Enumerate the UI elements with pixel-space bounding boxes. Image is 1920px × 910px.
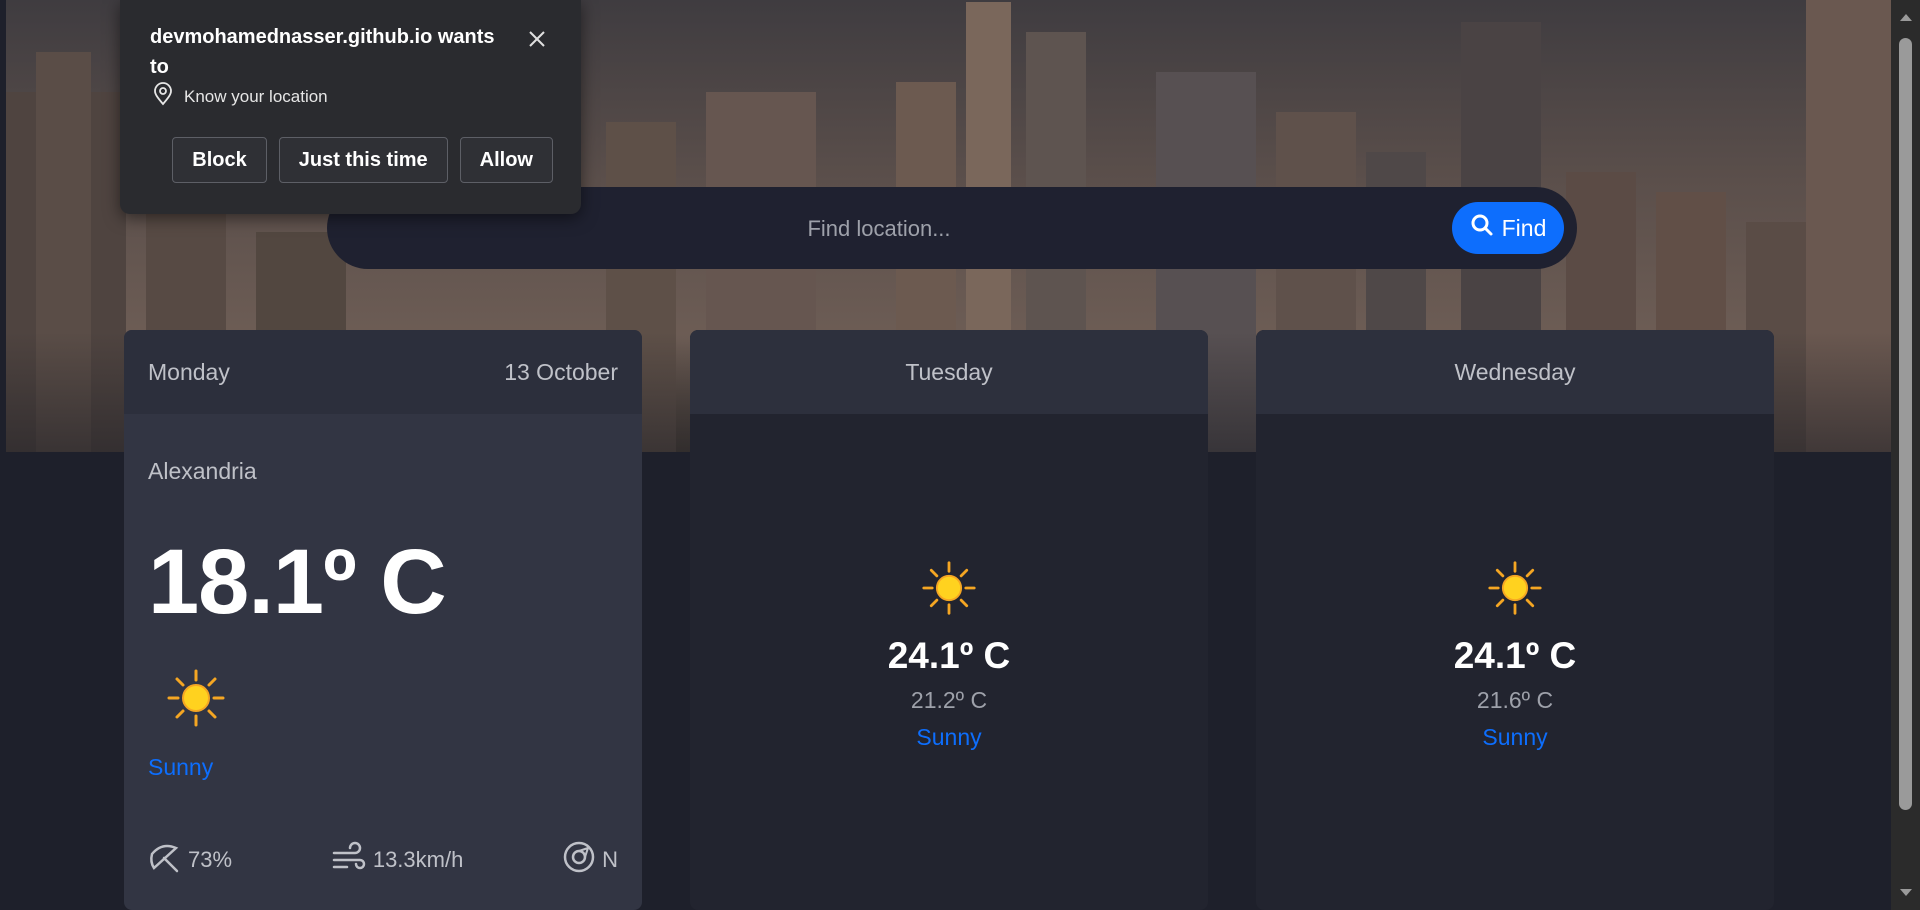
today-date: 13 October: [504, 358, 618, 385]
scroll-down-arrow-icon[interactable]: [1900, 889, 1912, 896]
permission-text: Know your location: [184, 86, 328, 106]
location-name: Alexandria: [148, 458, 257, 484]
today-card: Monday 13 October Alexandria 18.1º C Sun…: [124, 330, 642, 910]
wind-icon: [331, 840, 367, 880]
wind-direction-stat: N: [562, 840, 618, 880]
popup-buttons: Block Just this time Allow: [172, 137, 553, 183]
forecast-day: Tuesday: [905, 358, 993, 385]
today-stats: 73% 13.3km/h N: [148, 840, 618, 880]
umbrella-icon: [148, 840, 182, 880]
humidity-value: 73%: [188, 847, 233, 872]
sun-icon: [921, 560, 977, 621]
humidity-stat: 73%: [148, 840, 232, 880]
wind-direction-value: N: [602, 847, 618, 872]
block-button[interactable]: Block: [172, 137, 267, 183]
forecast-max-temp: 24.1º C: [887, 635, 1011, 676]
sun-icon: [166, 668, 226, 733]
search-icon: [1470, 213, 1494, 243]
forecast-condition: Sunny: [916, 724, 982, 750]
forecast-min-temp: 21.6º C: [1476, 687, 1554, 713]
forecast-card-header: Wednesday: [1256, 330, 1774, 414]
wind-speed-stat: 13.3km/h: [331, 840, 464, 880]
forecast-body: 24.1º C 21.2º C Sunny: [690, 560, 1208, 751]
just-this-time-button[interactable]: Just this time: [278, 137, 448, 183]
forecast-condition: Sunny: [1482, 724, 1548, 750]
forecast-day: Wednesday: [1454, 358, 1576, 385]
forecast-min-temp: 21.2º C: [910, 687, 988, 713]
wind-speed-value: 13.3km/h: [372, 847, 464, 872]
find-button-label: Find: [1501, 214, 1547, 241]
scroll-up-arrow-icon[interactable]: [1900, 14, 1912, 21]
sun-icon: [1487, 560, 1543, 621]
allow-button[interactable]: Allow: [459, 137, 553, 183]
current-temperature: 18.1º C: [148, 531, 447, 633]
forecast-card-1: Tuesday 24.1º C 21.2º C Sunny: [690, 330, 1208, 910]
today-day: Monday: [148, 358, 230, 385]
compass-icon: [562, 840, 596, 880]
today-condition: Sunny: [148, 754, 214, 780]
forecast-body: 24.1º C 21.6º C Sunny: [1256, 560, 1774, 751]
today-card-header: Monday 13 October: [124, 330, 642, 414]
location-permission-popup: devmohamednasser.github.io wants to Know…: [120, 0, 581, 214]
forecast-card-2: Wednesday 24.1º C 21.6º C Sunny: [1256, 330, 1774, 910]
permission-row: Know your location: [152, 82, 328, 111]
find-button[interactable]: Find: [1452, 202, 1564, 254]
location-pin-icon: [152, 82, 174, 111]
scroll-thumb[interactable]: [1899, 38, 1912, 810]
popup-title: devmohamednasser.github.io wants to: [150, 26, 495, 78]
forecast-max-temp: 24.1º C: [1453, 635, 1577, 676]
forecast-card-header: Tuesday: [690, 330, 1208, 414]
vertical-scrollbar[interactable]: [1891, 0, 1920, 910]
close-icon[interactable]: [522, 24, 552, 54]
